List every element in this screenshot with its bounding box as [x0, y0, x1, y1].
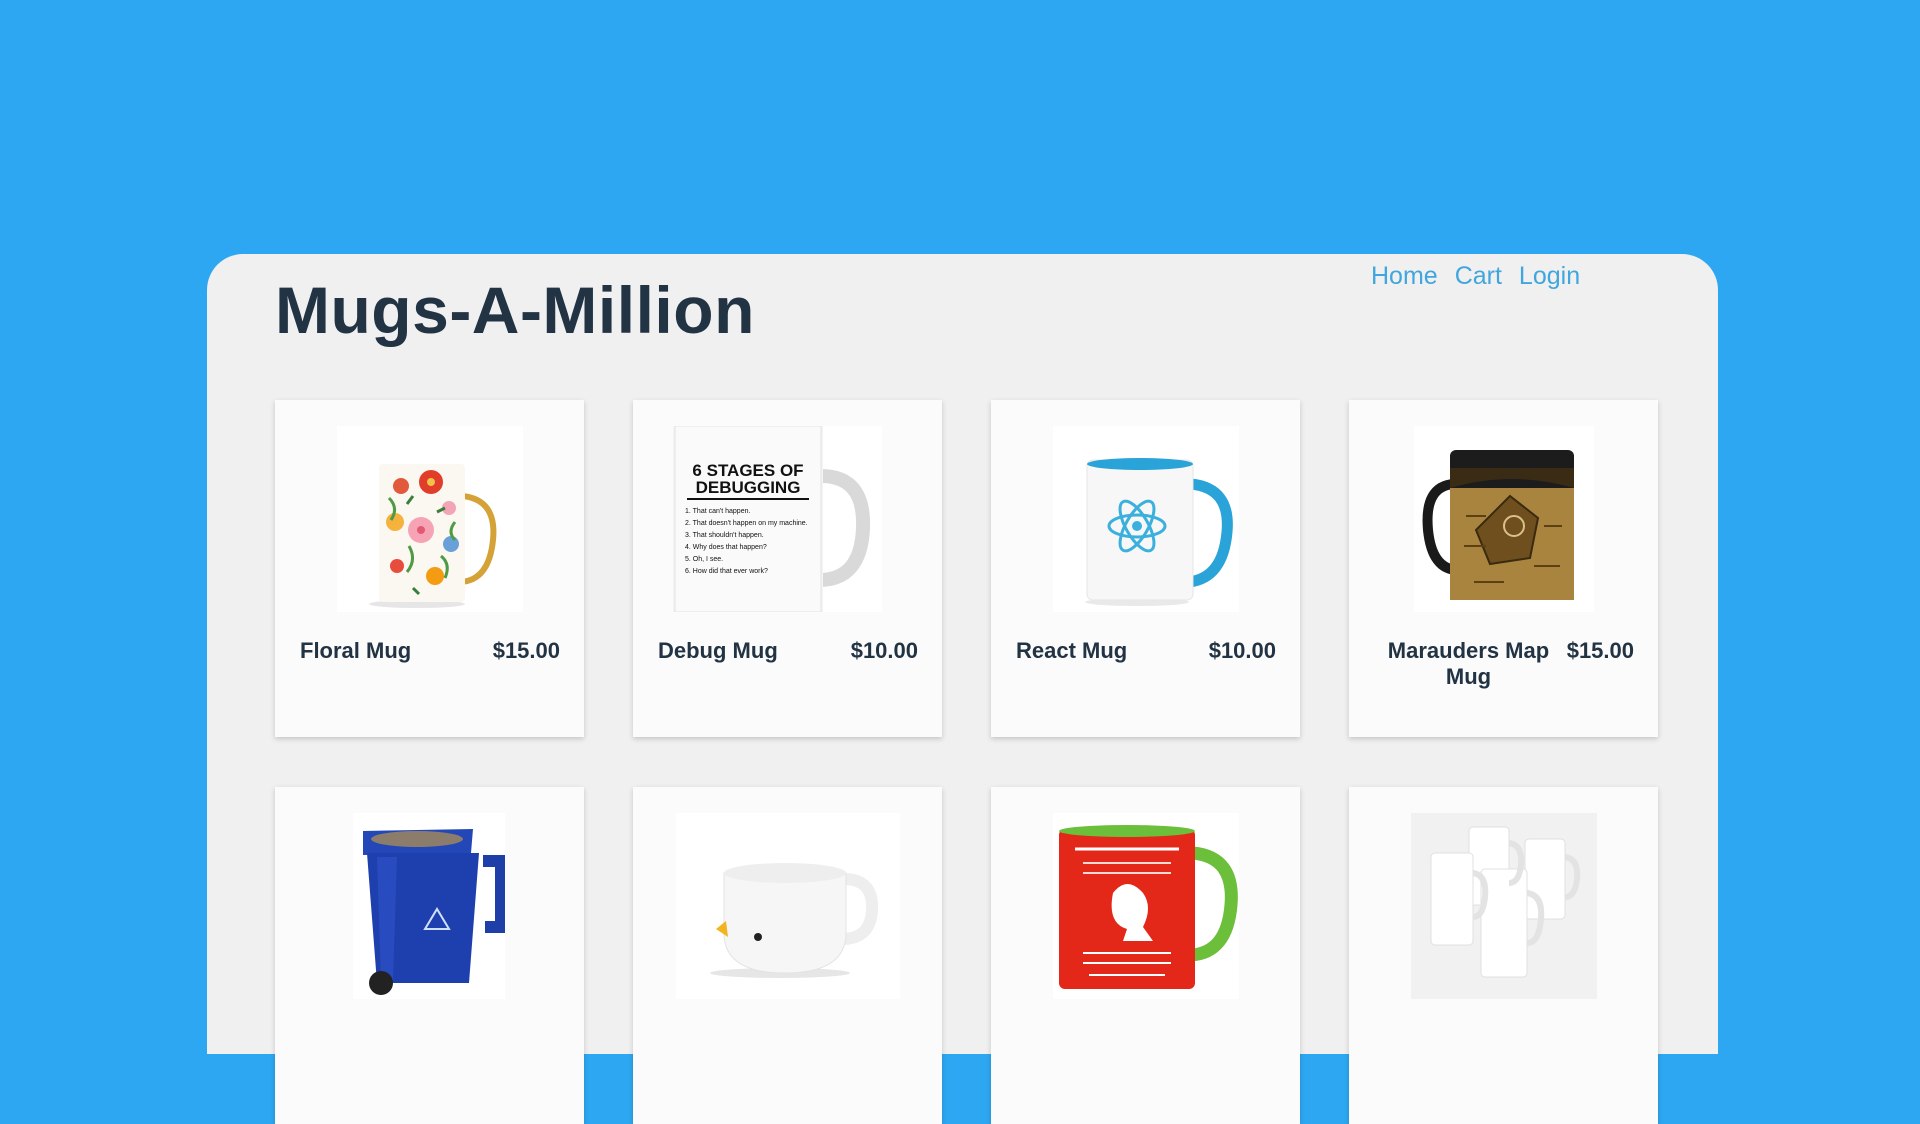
debug-mug-line-3: 3. That shouldn't happen. — [685, 532, 764, 539]
product-card-7[interactable] — [991, 787, 1300, 1124]
product-card-8[interactable] — [1349, 787, 1658, 1124]
product-price: $10.00 — [850, 638, 918, 663]
product-name[interactable]: Marauders Map Mug — [1386, 638, 1551, 690]
debug-mug-line-5: 5. Oh, I see. — [685, 556, 723, 563]
sriracha-mug-image[interactable] — [1053, 813, 1239, 999]
recycle-bin-mug-image[interactable] — [353, 813, 505, 999]
marauders-map-mug-image[interactable] — [1414, 426, 1594, 612]
product-grid: Floral Mug $15.00 6 STAGES OF DEBUGGING … — [275, 400, 1658, 1124]
duck-mug-image[interactable] — [676, 813, 900, 999]
nav-home-link[interactable]: Home — [1371, 262, 1438, 291]
debug-mug-heading-2: DEBUGGING — [696, 478, 801, 497]
product-name[interactable]: React Mug — [1016, 638, 1186, 664]
product-card-5[interactable] — [275, 787, 584, 1124]
product-price: $15.00 — [492, 638, 560, 663]
product-card-floral-mug[interactable]: Floral Mug $15.00 — [275, 400, 584, 737]
debug-mug-line-6: 6. How did that ever work? — [685, 568, 768, 575]
debug-mug-line-1: 1. That can't happen. — [685, 508, 750, 515]
product-card-react-mug[interactable]: React Mug $10.00 — [991, 400, 1300, 737]
product-price: $10.00 — [1208, 638, 1276, 663]
top-nav: Home Cart Login — [1371, 262, 1580, 291]
product-name[interactable]: Debug Mug — [658, 638, 828, 664]
nav-login-link[interactable]: Login — [1519, 262, 1580, 291]
product-card-6[interactable] — [633, 787, 942, 1124]
main-panel: Mugs-A-Million Home Cart Login Floral Mu… — [207, 254, 1718, 1124]
site-title: Mugs-A-Million — [275, 273, 755, 347]
white-mugs-set-image[interactable] — [1411, 813, 1597, 999]
debug-mug-image[interactable]: 6 STAGES OF DEBUGGING 1. That can't happ… — [673, 426, 882, 612]
react-mug-image[interactable] — [1053, 426, 1239, 612]
product-name[interactable]: Floral Mug — [300, 638, 470, 664]
product-price: $15.00 — [1566, 638, 1634, 663]
debug-mug-line-4: 4. Why does that happen? — [685, 544, 767, 551]
product-card-debug-mug[interactable]: 6 STAGES OF DEBUGGING 1. That can't happ… — [633, 400, 942, 737]
floral-mug-image[interactable] — [337, 426, 523, 612]
debug-mug-line-2: 2. That doesn't happen on my machine. — [685, 520, 808, 527]
nav-cart-link[interactable]: Cart — [1455, 262, 1502, 291]
product-card-marauders-map-mug[interactable]: Marauders Map Mug $15.00 — [1349, 400, 1658, 737]
